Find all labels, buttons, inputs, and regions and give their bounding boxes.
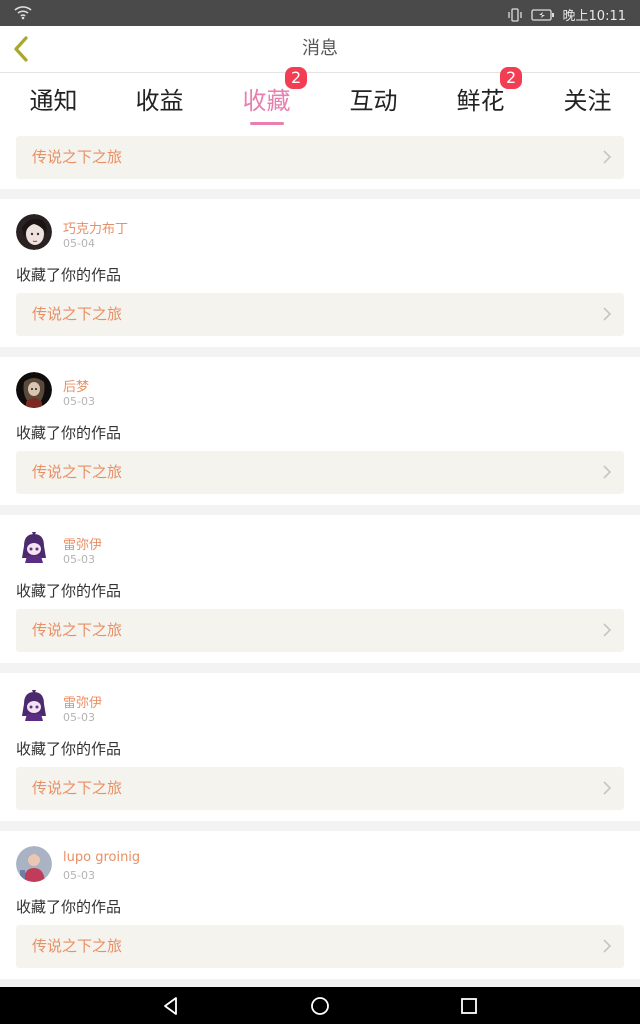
chevron-right-icon — [603, 307, 612, 321]
tab-bar: 通知 收益 收藏 2 互动 鲜花 2 关注 — [0, 67, 640, 129]
work-title: 传说之下之旅 — [32, 305, 123, 323]
unread-badge: 2 — [500, 67, 523, 89]
username[interactable]: 后梦 — [63, 376, 89, 395]
wifi-icon — [14, 6, 32, 20]
timestamp: 05-03 — [63, 553, 95, 566]
chevron-right-icon — [603, 150, 612, 164]
chevron-right-icon — [603, 623, 612, 637]
work-link[interactable]: 传说之下之旅 — [16, 609, 624, 652]
tab-label: 收藏 — [242, 87, 291, 115]
tab-notifications[interactable]: 通知 — [0, 73, 107, 129]
work-title: 传说之下之旅 — [32, 463, 123, 481]
back-triangle-icon[interactable] — [160, 995, 182, 1017]
recents-square-icon[interactable] — [458, 995, 480, 1017]
list-item: lupo groinig 05-03 收藏了你的作品 传说之下之旅 — [0, 831, 640, 979]
timestamp: 05-04 — [63, 237, 95, 250]
avatar[interactable] — [16, 214, 52, 250]
tab-flowers[interactable]: 鲜花 2 — [427, 67, 534, 129]
home-circle-icon[interactable] — [309, 995, 331, 1017]
work-title: 传说之下之旅 — [32, 779, 123, 797]
work-link[interactable]: 传说之下之旅 — [16, 293, 624, 336]
username[interactable]: 雷弥伊 — [63, 534, 102, 553]
battery-icon — [530, 8, 554, 21]
work-link[interactable]: 传说之下之旅 — [16, 767, 624, 810]
tab-label: 鲜花 — [456, 87, 505, 115]
work-title: 传说之下之旅 — [32, 937, 123, 955]
action-text: 收藏了你的作品 — [16, 898, 122, 916]
work-title: 传说之下之旅 — [32, 621, 123, 639]
username[interactable]: 雷弥伊 — [63, 692, 102, 711]
username[interactable]: lupo groinig — [63, 850, 140, 865]
tab-earnings[interactable]: 收益 — [106, 73, 213, 129]
tab-label: 互动 — [349, 87, 398, 115]
chevron-right-icon — [603, 781, 612, 795]
system-navigation-bar — [0, 987, 640, 1024]
action-text: 收藏了你的作品 — [16, 740, 122, 758]
list-item: 雷弥伊 05-03 收藏了你的作品 传说之下之旅 — [0, 673, 640, 821]
active-tab-indicator — [249, 122, 284, 125]
message-list[interactable]: 传说之下之旅 巧克力布丁 05-04 收藏了你的作品 传说之下之旅 后梦 05-… — [0, 129, 640, 987]
chevron-right-icon — [603, 939, 612, 953]
timestamp: 05-03 — [63, 395, 95, 408]
unread-badge: 2 — [285, 67, 308, 89]
tab-label: 收益 — [135, 87, 184, 115]
list-item: 传说之下之旅 — [0, 129, 640, 189]
avatar[interactable] — [16, 688, 52, 724]
action-text: 收藏了你的作品 — [16, 424, 122, 442]
tab-label: 关注 — [563, 87, 612, 115]
avatar[interactable] — [16, 530, 52, 566]
action-text: 收藏了你的作品 — [16, 266, 122, 284]
tab-follows[interactable]: 关注 — [534, 73, 640, 129]
vibrate-icon — [507, 7, 522, 22]
username[interactable]: 巧克力布丁 — [63, 218, 128, 237]
timestamp: 05-03 — [63, 869, 95, 882]
list-item: 巧克力布丁 05-04 收藏了你的作品 传说之下之旅 — [0, 199, 640, 347]
tab-favorites[interactable]: 收藏 2 — [213, 67, 320, 129]
tab-interactions[interactable]: 互动 — [320, 73, 427, 129]
list-item: 雷弥伊 05-03 收藏了你的作品 传说之下之旅 — [0, 515, 640, 663]
list-item: 后梦 05-03 收藏了你的作品 传说之下之旅 — [0, 357, 640, 505]
tab-label: 通知 — [29, 87, 78, 115]
action-text: 收藏了你的作品 — [16, 582, 122, 600]
chevron-right-icon — [603, 465, 612, 479]
status-time: 晚上10:11 — [562, 9, 626, 24]
header: 消息 — [0, 26, 640, 73]
timestamp: 05-03 — [63, 711, 95, 724]
work-link[interactable]: 传说之下之旅 — [16, 451, 624, 494]
work-link[interactable]: 传说之下之旅 — [16, 136, 624, 179]
avatar[interactable] — [16, 846, 52, 882]
work-title: 传说之下之旅 — [32, 148, 123, 166]
status-bar: 晚上10:11 — [0, 0, 640, 26]
work-link[interactable]: 传说之下之旅 — [16, 925, 624, 968]
avatar[interactable] — [16, 372, 52, 408]
page-title: 消息 — [302, 38, 338, 59]
